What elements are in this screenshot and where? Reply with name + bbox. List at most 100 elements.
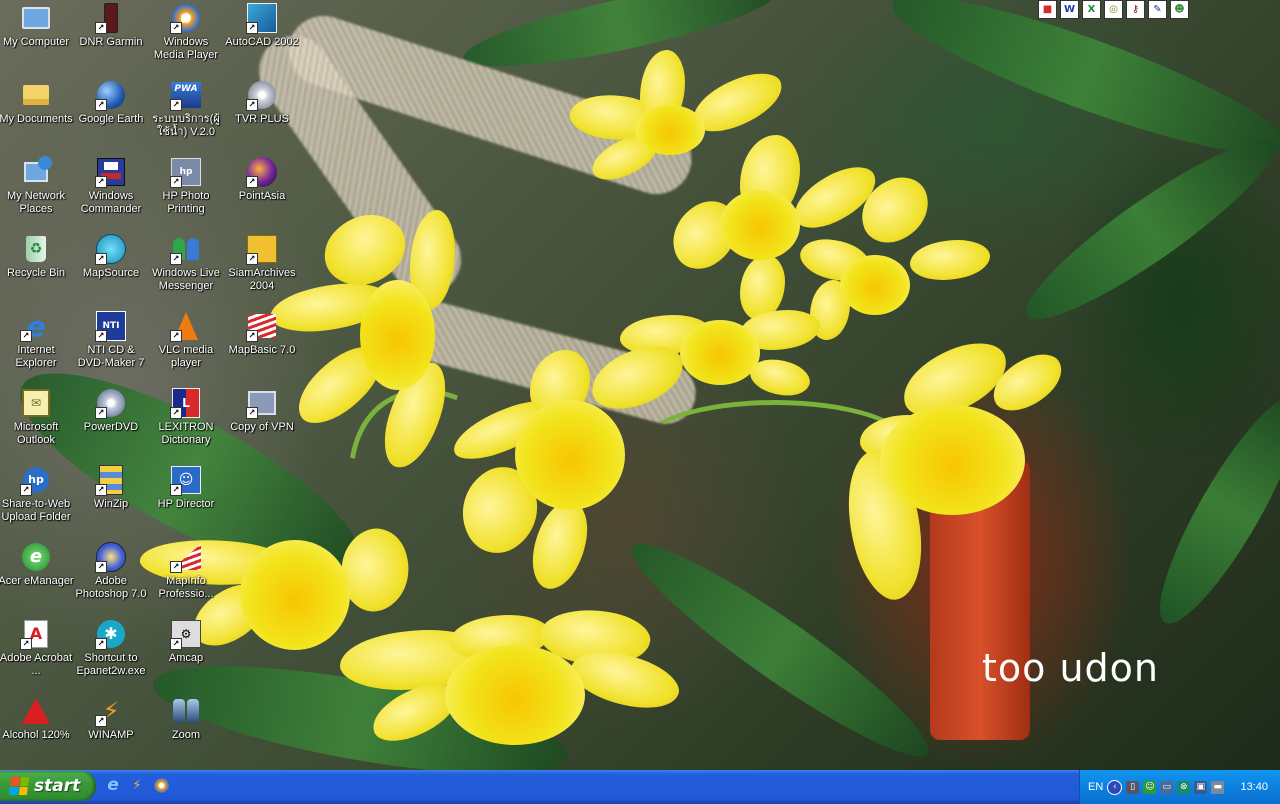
siamarchives-icon: ↗ <box>246 233 278 265</box>
desktop-icon-powerdvd[interactable]: ↗ PowerDVD <box>73 387 149 434</box>
desktop-icon-tvr[interactable]: ↗ TVR PLUS <box>224 79 300 126</box>
desktop-icon-nti[interactable]: NTI ↗ NTI CD & DVD-Maker 7 <box>73 310 149 370</box>
desktop-icon-label: TVR PLUS <box>235 113 289 125</box>
desktop-icon-label: Internet Explorer <box>15 344 57 369</box>
office-icon[interactable]: ■ <box>1038 0 1057 19</box>
desktop-icon-epanet[interactable]: ✱ ↗ Shortcut to Epanet2w.exe <box>73 618 149 678</box>
desktop-icon-vlc[interactable]: ↗ VLC media player <box>148 310 224 370</box>
word-icon[interactable]: W <box>1060 0 1079 19</box>
desktop-icon-label: VLC media player <box>158 344 214 369</box>
desktop-icon-windows-commander[interactable]: ↗ Windows Commander <box>73 156 149 216</box>
winamp-icon[interactable]: ⚡ <box>128 776 146 794</box>
desktop-icon-internet-explorer[interactable]: e ↗ Internet Explorer <box>0 310 74 370</box>
desktop-icon-my-documents[interactable]: My Documents <box>0 79 74 126</box>
desktop-icon-winamp[interactable]: ⚡ ↗ WINAMP <box>73 695 149 742</box>
network-places-icon <box>20 156 52 188</box>
start-button[interactable]: start <box>0 771 96 801</box>
adobe-acrobat-icon: A ↗ <box>20 618 52 650</box>
desktop-icon-acer-emanager[interactable]: e Acer eManager <box>0 541 74 588</box>
antivirus-icon[interactable]: ⊗ <box>1177 780 1191 794</box>
winamp-icon: ⚡ ↗ <box>95 695 127 727</box>
desktop-icon-amcap[interactable]: ⚙ ↗ Amcap <box>148 618 224 665</box>
desktop-icon-messenger[interactable]: ↗ Windows Live Messenger <box>148 233 224 293</box>
office-shortcut-bar: ■ W X ◎ ⚷ ✎ ☻ <box>1038 0 1189 19</box>
usb-icon[interactable]: ▯ <box>1126 780 1140 794</box>
desktop-icon-label: Shortcut to Epanet2w.exe <box>76 652 146 677</box>
zoom-icon <box>170 695 202 727</box>
publisher-icon[interactable]: ◎ <box>1104 0 1123 19</box>
desktop-icon-mapinfo[interactable]: ↗ MapInfo Professio... <box>148 541 224 601</box>
desktop-icon-garmin[interactable]: ↗ DNR Garmin <box>73 2 149 49</box>
wallpaper-leaf <box>1139 382 1280 638</box>
desktop-icon-label: MapBasic 7.0 <box>228 344 296 356</box>
recycle-bin-icon: ♻ <box>20 233 52 265</box>
outlook-icon[interactable]: ✎ <box>1148 0 1167 19</box>
desktop-icon-my-computer[interactable]: My Computer <box>0 2 74 49</box>
desktop-icon-label: Recycle Bin <box>6 267 66 279</box>
tray-expand-icon[interactable]: ‹ <box>1107 779 1123 795</box>
desktop-icon-photoshop[interactable]: ↗ Adobe Photoshop 7.0 <box>73 541 149 601</box>
desktop-icon-hp-photo[interactable]: hp ↗ HP Photo Printing <box>148 156 224 216</box>
internet-explorer-icon[interactable]: e <box>104 775 122 795</box>
desktop-icon-label: Share-to-Web Upload Folder <box>1 498 71 523</box>
media-player-icon[interactable] <box>152 776 170 794</box>
desktop-icon-mapsource[interactable]: ↗ MapSource <box>73 233 149 280</box>
desktop-icon-google-earth[interactable]: ↗ Google Earth <box>73 79 149 126</box>
mapsource-icon: ↗ <box>95 233 127 265</box>
monitor-icon[interactable]: ▬ <box>1211 780 1225 794</box>
desktop-icon-recycle-bin[interactable]: ♻ Recycle Bin <box>0 233 74 280</box>
desktop-icon-autocad[interactable]: ↗ AutoCAD 2002 <box>224 2 300 49</box>
display-icon[interactable]: ▣ <box>1194 780 1208 794</box>
my-computer-icon <box>20 2 52 34</box>
vlc-icon: ↗ <box>170 310 202 342</box>
desktop-icon-label: LEXITRON Dictionary <box>158 421 214 446</box>
tvr-icon: ↗ <box>246 79 278 111</box>
desktop-icon-label: Copy of VPN <box>230 421 294 433</box>
amcap-icon: ⚙ ↗ <box>170 618 202 650</box>
system-tray: EN ‹ ▯ ☺ ▭ ⊗ ▣ ▬ 13:40 <box>1079 770 1280 804</box>
autocad-icon: ↗ <box>246 2 278 34</box>
desktop-icon-hp-director[interactable]: ☺ ↗ HP Director <box>148 464 224 511</box>
desktop-icon-siamarchives[interactable]: ↗ SiamArchives 2004 <box>224 233 300 293</box>
desktop-icon-alcohol[interactable]: Alcohol 120% <box>0 695 74 742</box>
desktop-icon-winzip[interactable]: ↗ WinZip <box>73 464 149 511</box>
desktop-icon-label: MapSource <box>82 267 140 279</box>
desktop-icon-label: ระบบบริการ(ผู้ใช้น้ำ) V.2.0 <box>152 113 220 138</box>
photoshop-icon: ↗ <box>95 541 127 573</box>
desktop-icon-pointasia[interactable]: ↗ PointAsia <box>224 156 300 203</box>
office-assistant-icon[interactable]: ☻ <box>1170 0 1189 19</box>
my-documents-icon <box>20 79 52 111</box>
winzip-icon: ↗ <box>95 464 127 496</box>
desktop-icon-label: AutoCAD 2002 <box>225 36 299 48</box>
mapbasic-icon: ↗ <box>246 310 278 342</box>
quick-launch: e ⚡ <box>104 775 170 795</box>
desktop-icon-outlook[interactable]: ✉ Microsoft Outlook <box>0 387 74 447</box>
desktop-icon-hp-share[interactable]: hp ↗ Share-to-Web Upload Folder <box>0 464 74 524</box>
desktop-icon-label: Windows Media Player <box>153 36 219 61</box>
desktop-icon-zoom[interactable]: Zoom <box>148 695 224 742</box>
desktop-icon-pwa[interactable]: PWA ↗ ระบบบริการ(ผู้ใช้น้ำ) V.2.0 <box>148 79 224 139</box>
desktop-icon-network-places[interactable]: My Network Places <box>0 156 74 216</box>
desktop-icon-vpn[interactable]: ↗ Copy of VPN <box>224 387 300 434</box>
messenger-tray-icon[interactable]: ☺ <box>1143 780 1157 794</box>
network-icon[interactable]: ▭ <box>1160 780 1174 794</box>
epanet-icon: ✱ ↗ <box>95 618 127 650</box>
powerdvd-icon: ↗ <box>95 387 127 419</box>
desktop-icon-label: Amcap <box>168 652 204 664</box>
desktop-icon-lexitron[interactable]: L ↗ LEXITRON Dictionary <box>148 387 224 447</box>
desktop-icon-label: Windows Live Messenger <box>152 267 220 292</box>
language-indicator[interactable]: EN <box>1088 781 1103 793</box>
desktop-icon-adobe-acrobat[interactable]: A ↗ Adobe Acrobat ... <box>0 618 74 678</box>
desktop-icon-label: HP Director <box>157 498 215 510</box>
google-earth-icon: ↗ <box>95 79 127 111</box>
desktop-icon-label: SiamArchives 2004 <box>228 267 296 292</box>
excel-icon[interactable]: X <box>1082 0 1101 19</box>
clock[interactable]: 13:40 <box>1240 781 1268 793</box>
desktop-icon-label: WINAMP <box>88 729 134 741</box>
hp-photo-icon: hp ↗ <box>170 156 202 188</box>
desktop-icon-mapbasic[interactable]: ↗ MapBasic 7.0 <box>224 310 300 357</box>
desktop-icon-media-player[interactable]: ▶ ↗ Windows Media Player <box>148 2 224 62</box>
desktop-icon-label: HP Photo Printing <box>162 190 210 215</box>
access-icon[interactable]: ⚷ <box>1126 0 1145 19</box>
desktop-icon-label: My Network Places <box>6 190 66 215</box>
